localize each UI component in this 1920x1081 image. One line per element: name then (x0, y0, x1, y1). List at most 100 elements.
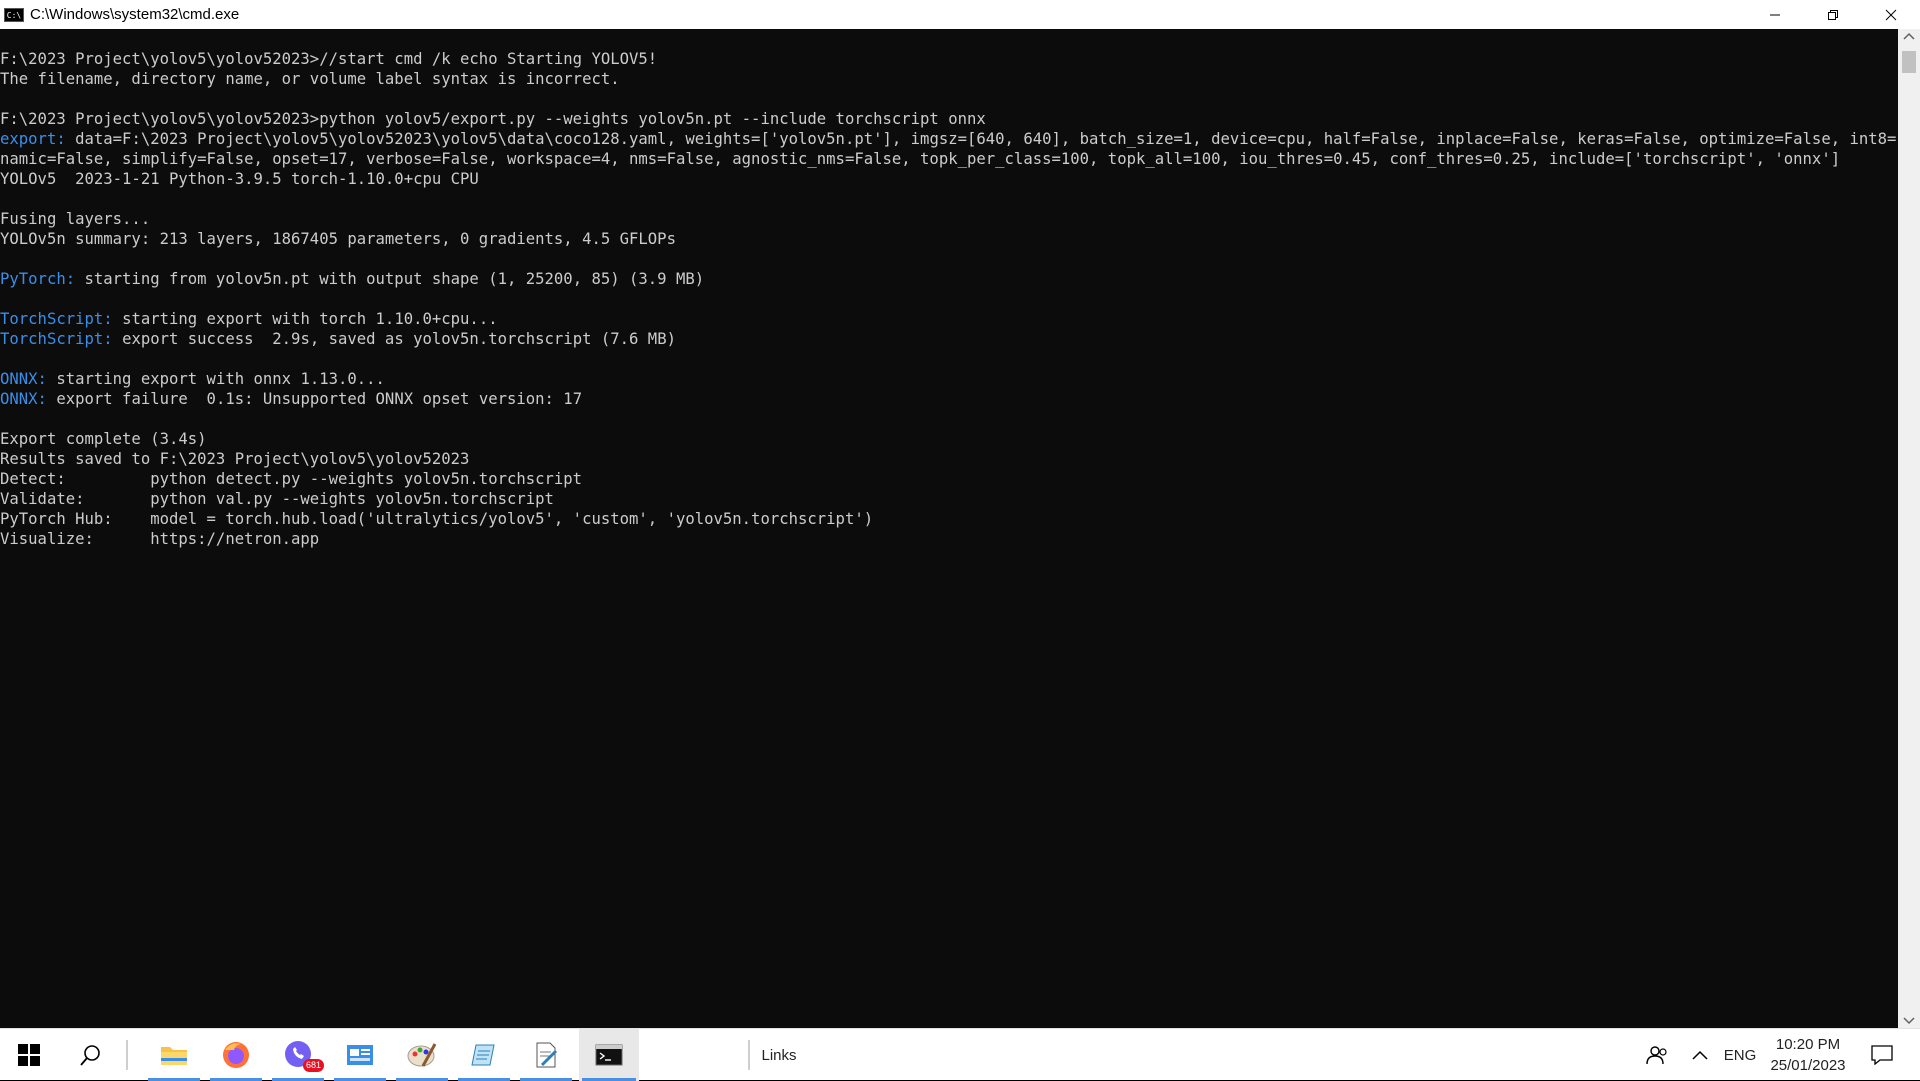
console-line-prefix: PyTorch: (0, 270, 85, 288)
links-toolbar[interactable]: Links (761, 1029, 796, 1081)
title-bar[interactable]: C:\ C:\Windows\system32\cmd.exe (0, 0, 1920, 29)
console-line: YOLOv5n summary: 213 layers, 1867405 par… (0, 229, 1898, 249)
control-panel-icon (347, 1045, 373, 1065)
taskbar-app-notepad[interactable] (455, 1029, 513, 1081)
restore-button[interactable] (1804, 0, 1862, 29)
window-controls (1746, 0, 1920, 29)
notepad-icon (471, 1044, 495, 1066)
console-line-prefix: TorchScript: (0, 330, 123, 348)
taskbar-app-file-explorer[interactable] (145, 1029, 203, 1081)
console-line: ONNX: export failure 0.1s: Unsupported O… (0, 389, 1898, 409)
clock-date: 25/01/2023 (1770, 1057, 1846, 1074)
console-line: Visualize: https://netron.app (0, 529, 1898, 549)
cmd-icon (595, 1044, 623, 1066)
console-line-text: YOLOv5 2023-1-21 Python-3.9.5 torch-1.10… (0, 170, 479, 188)
vertical-scrollbar[interactable] (1898, 29, 1920, 1028)
console-line-prefix: export: (0, 130, 76, 148)
taskbar-divider (126, 1040, 128, 1070)
console-line: Validate: python val.py --weights yolov5… (0, 489, 1898, 509)
console-line: F:\2023 Project\yolov5\yolov52023>python… (0, 109, 1898, 129)
console-line: F:\2023 Project\yolov5\yolov52023>//star… (0, 49, 1898, 69)
clock-time: 10:20 PM (1775, 1036, 1841, 1053)
console-line-text: starting export with onnx 1.13.0... (56, 370, 385, 388)
console-line-prefix: ONNX: (0, 370, 57, 388)
notification-icon (1871, 1045, 1893, 1065)
firefox-icon (223, 1042, 249, 1068)
folder-icon (161, 1047, 187, 1065)
console-line: TorchScript: export success 2.9s, saved … (0, 329, 1898, 349)
taskbar-app-paint[interactable] (393, 1029, 451, 1081)
show-hidden-icons-button[interactable] (1685, 1029, 1715, 1081)
console-line: PyTorch Hub: model = torch.hub.load('ult… (0, 509, 1898, 529)
console-text: F:\2023 Project\yolov5\yolov52023>//star… (0, 29, 1898, 549)
console-line-text: Results saved to F:\2023 Project\yolov5\… (0, 450, 470, 468)
console-line-text: starting from yolov5n.pt with output sha… (84, 270, 705, 288)
taskbar-app-command-prompt[interactable] (579, 1029, 639, 1081)
search-button[interactable] (62, 1029, 120, 1081)
scroll-up-arrow-icon[interactable] (1903, 32, 1915, 40)
taskbar-app-firefox[interactable] (207, 1029, 265, 1081)
language-indicator[interactable]: ENG (1720, 1029, 1760, 1081)
minimize-icon (1770, 14, 1780, 15)
console-line-prefix: ONNX: (0, 390, 57, 408)
windows-logo-icon (18, 1044, 40, 1066)
taskbar-app-control-panel[interactable] (331, 1029, 389, 1081)
console-line: Results saved to F:\2023 Project\yolov5\… (0, 449, 1898, 469)
console-line-text: starting export with torch 1.10.0+cpu... (122, 310, 498, 328)
console-line: Fusing layers... (0, 209, 1898, 229)
console-line: Export complete (3.4s) (0, 429, 1898, 449)
chevron-up-icon (1692, 1050, 1708, 1060)
scrollbar-thumb[interactable] (1902, 51, 1916, 73)
console-line-text: PyTorch Hub: model = torch.hub.load('ult… (0, 510, 874, 528)
console-line-text: The filename, directory name, or volume … (0, 70, 620, 88)
console-line-text: namic=False, simplify=False, opset=17, v… (0, 150, 1841, 168)
people-button[interactable] (1640, 1029, 1674, 1081)
console-line-text: Export complete (3.4s) (0, 430, 207, 448)
cmd-app-icon[interactable]: C:\ (4, 7, 24, 22)
toolbar-divider (748, 1040, 750, 1070)
console-line-text: F:\2023 Project\yolov5\yolov52023>python… (0, 110, 986, 128)
taskbar-app-viber[interactable]: 681 (269, 1029, 327, 1081)
search-icon (80, 1045, 100, 1066)
console-line-text: export failure 0.1s: Unsupported ONNX op… (56, 390, 583, 408)
console-line-text: export success 2.9s, saved as yolov5n.to… (122, 330, 676, 348)
document-icon (536, 1042, 558, 1068)
console-line: export: data=F:\2023 Project\yolov5\yolo… (0, 129, 1898, 149)
close-icon (1885, 9, 1897, 20)
minimize-button[interactable] (1746, 0, 1804, 29)
console-line-text: YOLOv5n summary: 213 layers, 1867405 par… (0, 230, 676, 248)
taskbar-app-document-editor[interactable] (517, 1029, 575, 1081)
restore-icon (1828, 9, 1838, 20)
console-line-text: Validate: python val.py --weights yolov5… (0, 490, 554, 508)
notification-badge: 681 (303, 1059, 325, 1072)
console-line-text: F:\2023 Project\yolov5\yolov52023>//star… (0, 50, 658, 68)
close-button[interactable] (1862, 0, 1920, 29)
console-line: PyTorch: starting from yolov5n.pt with o… (0, 269, 1898, 289)
paint-icon (407, 1043, 437, 1067)
console-line: namic=False, simplify=False, opset=17, v… (0, 149, 1898, 169)
clock[interactable]: 10:20 PM 25/01/2023 (1770, 1029, 1846, 1081)
console-line: Detect: python detect.py --weights yolov… (0, 469, 1898, 489)
console-line: ONNX: starting export with onnx 1.13.0..… (0, 369, 1898, 389)
action-center-button[interactable] (1862, 1029, 1902, 1081)
window-title: C:\Windows\system32\cmd.exe (30, 6, 240, 23)
taskbar: 681 Links ENG 10:20 PM 25/01/2023 (0, 1028, 1920, 1081)
console-output[interactable]: F:\2023 Project\yolov5\yolov52023>//star… (0, 29, 1898, 1028)
people-icon (1646, 1046, 1667, 1065)
scroll-down-arrow-icon[interactable] (1903, 1017, 1915, 1025)
console-line-text: Visualize: https://netron.app (0, 530, 320, 548)
console-line-prefix: TorchScript: (0, 310, 123, 328)
start-button[interactable] (0, 1029, 58, 1081)
console-line: YOLOv5 2023-1-21 Python-3.9.5 torch-1.10… (0, 169, 1898, 189)
console-line-text: data=F:\2023 Project\yolov5\yolov52023\y… (75, 130, 1898, 148)
console-line-text: Detect: python detect.py --weights yolov… (0, 470, 583, 488)
console-line-text: Fusing layers... (0, 210, 151, 228)
console-line: TorchScript: starting export with torch … (0, 309, 1898, 329)
console-line: The filename, directory name, or volume … (0, 69, 1898, 89)
